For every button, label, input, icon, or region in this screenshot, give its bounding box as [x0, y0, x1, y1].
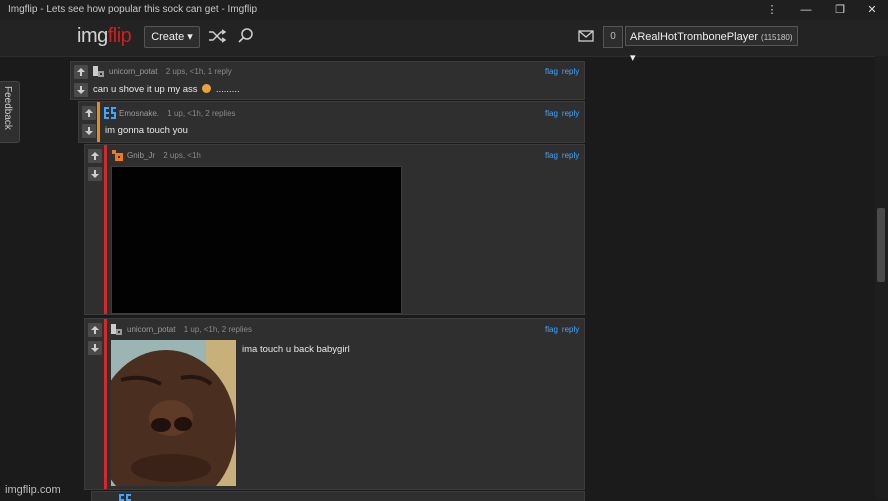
reply-link[interactable]: reply [562, 325, 579, 334]
comment-actions: flag reply [541, 325, 579, 334]
create-button[interactable]: Create ▾ [144, 26, 200, 48]
reply-link[interactable]: reply [562, 109, 579, 118]
comment-username[interactable]: unicorn_potat [127, 325, 175, 334]
comment: unicorn_potat 2 ups, <1h, 1 reply flag re… [70, 61, 585, 100]
comment-meta: unicorn_potat 1 up, <1h, 2 replies [127, 325, 252, 334]
footer-brand: imgflip.com [5, 484, 61, 496]
comment-image[interactable] [111, 166, 402, 314]
flag-link[interactable]: flag [545, 151, 558, 160]
notification-count[interactable]: 0 [603, 26, 623, 48]
search-icon[interactable] [236, 26, 256, 46]
feedback-tab[interactable]: Feedback [0, 81, 20, 143]
username: ARealHotTrombonePlayer [630, 31, 758, 43]
downvote-icon[interactable] [88, 167, 102, 181]
comment [91, 491, 585, 501]
close-icon[interactable]: ✕ [860, 0, 884, 20]
comment-photo[interactable] [111, 340, 236, 486]
emo-avatar-icon[interactable] [118, 493, 132, 501]
reply-link[interactable]: reply [562, 67, 579, 76]
comment-stats: 2 ups, <1h [163, 151, 201, 160]
thread-bar [104, 145, 107, 314]
user-menu-button[interactable]: ARealHotTrombonePlayer (115180) ▾ [625, 26, 798, 64]
flag-link[interactable]: flag [545, 109, 558, 118]
window-titlebar: Imgflip - Lets see how popular this sock… [0, 0, 888, 20]
restore-icon[interactable]: ❐ [828, 0, 852, 20]
site-header: imgflip Create ▾ 0 ARealHotTrombonePlaye… [0, 20, 888, 64]
reply-link[interactable]: reply [562, 151, 579, 160]
comment-meta: Emosnake. 1 up, <1h, 2 replies [119, 109, 236, 118]
upvote-icon[interactable] [82, 106, 96, 120]
thread-bar [104, 319, 107, 489]
comment: Emosnake. 1 up, <1h, 2 replies flag reply… [78, 101, 585, 143]
comment-actions: flag reply [541, 67, 579, 76]
chevron-down-icon: ▾ [630, 52, 636, 64]
comment-actions: flag reply [541, 109, 579, 118]
comment-text: ima touch u back babygirl [242, 344, 350, 355]
comment-username[interactable]: unicorn_potat [109, 67, 157, 76]
comment-actions: flag reply [541, 151, 579, 160]
comment-stats: 2 ups, <1h, 1 reply [165, 67, 232, 76]
imgflip-logo[interactable]: imgflip [77, 25, 132, 48]
downvote-icon[interactable] [74, 83, 88, 97]
user-points: (115180) [761, 33, 793, 42]
flag-link[interactable]: flag [545, 67, 558, 76]
comment-meta: Gnib_Jr 2 ups, <1h [127, 151, 201, 160]
downvote-icon[interactable] [88, 341, 102, 355]
comment-username[interactable]: Gnib_Jr [127, 151, 155, 160]
scrollbar-thumb[interactable] [877, 208, 885, 282]
shuffle-icon[interactable] [207, 26, 227, 46]
upvote-icon[interactable] [88, 149, 102, 163]
angry-face-emoji-icon [202, 84, 212, 93]
feedback-label: Feedback [2, 86, 13, 130]
comment-meta: unicorn_potat 2 ups, <1h, 1 reply [109, 67, 232, 76]
emo-avatar-icon[interactable] [103, 106, 117, 120]
gnib-avatar-icon[interactable] [110, 149, 124, 163]
mail-icon[interactable] [576, 26, 596, 46]
upvote-icon[interactable] [88, 323, 102, 337]
upvote-icon[interactable] [74, 65, 88, 79]
window-menu-icon[interactable]: ⋮ [760, 0, 784, 20]
unicorn-avatar-icon[interactable] [92, 65, 106, 79]
scrollbar[interactable] [875, 56, 888, 499]
downvote-icon[interactable] [82, 124, 96, 138]
comment-text: im gonna touch you [105, 125, 188, 136]
comment: unicorn_potat 1 up, <1h, 2 replies flag r… [84, 318, 585, 490]
unicorn-avatar-icon[interactable] [110, 323, 124, 337]
comment-stats: 1 up, <1h, 2 replies [167, 109, 236, 118]
comment-username[interactable]: Emosnake. [119, 109, 159, 118]
comment: Gnib_Jr 2 ups, <1h flag reply [84, 144, 585, 315]
comment-stats: 1 up, <1h, 2 replies [183, 325, 252, 334]
comment-text: can u shove it up my ass ......... [93, 84, 240, 95]
flag-link[interactable]: flag [545, 325, 558, 334]
minimize-icon[interactable]: — [794, 0, 818, 20]
thread-bar [97, 102, 100, 142]
window-title: Imgflip - Lets see how popular this sock… [8, 4, 258, 15]
